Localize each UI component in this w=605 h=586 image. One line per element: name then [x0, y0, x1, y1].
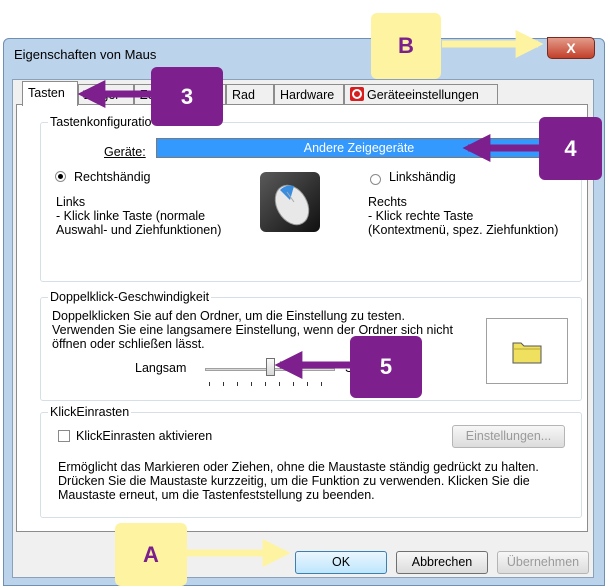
callout-4: 4 — [539, 117, 602, 180]
annotation-arrows — [77, 30, 544, 567]
tab-label: Tasten — [28, 86, 65, 100]
callout-5: 5 — [350, 336, 422, 398]
callout-b: B — [371, 13, 441, 79]
tab-tasten[interactable]: Tasten — [22, 81, 78, 106]
callout-a: A — [115, 523, 187, 586]
callout-3: 3 — [151, 67, 223, 126]
